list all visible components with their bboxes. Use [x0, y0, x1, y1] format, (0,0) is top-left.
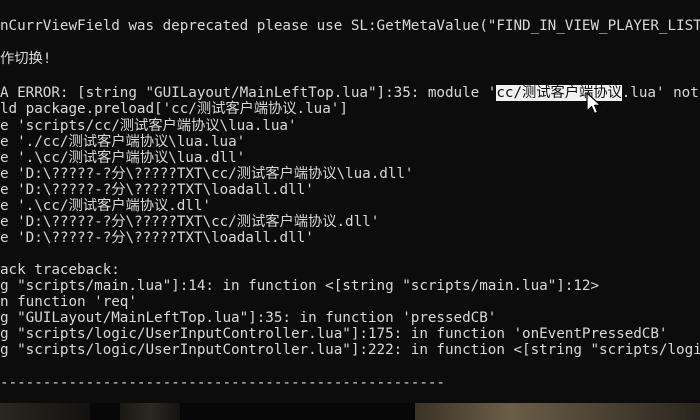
console-line: e 'scripts/cc/测试客户端协议\lua.lua': [0, 118, 297, 134]
console-line: nCurrViewField was deprecated please use…: [0, 18, 700, 34]
console-line: g "scripts/logic/UserInputController.lua…: [0, 326, 668, 342]
background-image-fragment: [0, 403, 90, 420]
console-line: e './cc/测试客户端协议\lua.lua': [0, 134, 246, 150]
console-line: 作切换!: [0, 51, 52, 67]
console-line: g "scripts/logic/UserInputController.lua…: [0, 342, 700, 358]
console-line: ld package.preload['cc/测试客户端协议.lua']: [0, 101, 348, 117]
console-line: e 'D:\?????-?分\?????TXT\cc/测试客户端协议.dll': [0, 214, 380, 230]
console-line: e '.\cc/测试客户端协议\lua.dll': [0, 150, 246, 166]
console-error-prefix: A ERROR: [string "GUILayout/MainLeftTop.…: [0, 85, 497, 101]
background-image-fragment: [415, 403, 700, 420]
console-window[interactable]: nCurrViewField was deprecated please use…: [0, 0, 700, 403]
console-line: ack traceback:: [0, 262, 120, 278]
background-image-fragment: [120, 403, 180, 420]
console-line: e 'D:\?????-?分\?????TXT\cc/测试客户端协议\lua.d…: [0, 166, 414, 182]
console-line: n function 'req': [0, 294, 137, 310]
console-line: g "scripts/main.lua"]:14: in function <[…: [0, 278, 600, 294]
console-separator: ----------------------------------------…: [0, 375, 445, 391]
mouse-pointer-icon: [586, 92, 602, 115]
console-line: e 'D:\?????-?分\?????TXT\loadall.dll': [0, 230, 314, 246]
background-desktop-strip: [0, 403, 700, 420]
console-line: e '.\cc/测试客户端协议.dll': [0, 198, 211, 214]
console-line: g "GUILayout/MainLeftTop.lua"]:35: in fu…: [0, 310, 497, 326]
console-error-suffix: .lua' not fou: [621, 85, 699, 101]
console-line: e 'D:\?????-?分\?????TXT\loadall.dll': [0, 182, 314, 198]
